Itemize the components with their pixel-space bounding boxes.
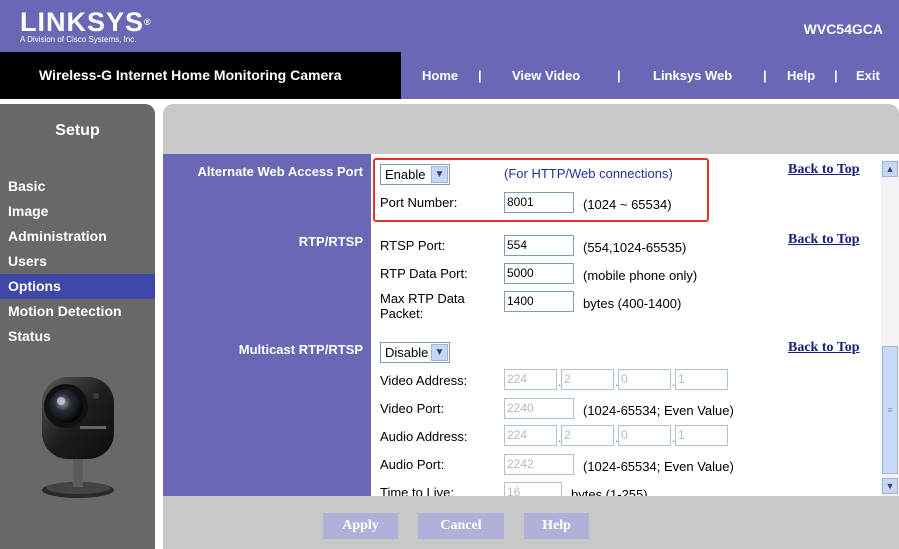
scroll-down-icon[interactable]: ▼ — [882, 478, 898, 494]
alternate-web-label: Alternate Web Access Port — [197, 164, 363, 179]
video-address-octet-3[interactable]: 0 — [618, 369, 671, 390]
multicast-select[interactable]: Disable ▼ — [380, 342, 450, 363]
scroll-up-icon[interactable]: ▲ — [882, 161, 898, 177]
nav-link-linksys-web[interactable]: Linksys Web — [653, 68, 732, 83]
sidebar-item-motion-detection[interactable]: Motion Detection — [0, 299, 155, 324]
nav-link-exit[interactable]: Exit — [856, 68, 880, 83]
scrollbar-thumb[interactable]: ≡ — [882, 346, 898, 474]
back-to-top-link[interactable]: Back to Top — [788, 232, 860, 248]
nav-separator: | — [478, 68, 482, 83]
apply-button[interactable]: Apply — [323, 513, 398, 539]
top-nav: Home | View Video | Linksys Web | Help |… — [401, 52, 899, 99]
video-port-input[interactable]: 2240 — [504, 398, 574, 419]
max-rtp-packet-label: Max RTP Data Packet: — [380, 291, 465, 321]
max-rtp-packet-label-line1: Max RTP Data — [380, 291, 465, 306]
ttl-input[interactable]: 16 — [504, 482, 562, 496]
ttl-label: Time to Live: — [380, 485, 454, 496]
audio-port-hint: (1024-65534; Even Value) — [583, 459, 734, 474]
rtp-data-port-label: RTP Data Port: — [380, 266, 468, 281]
product-title: Wireless-G Internet Home Monitoring Came… — [0, 52, 401, 99]
nav-bar: Wireless-G Internet Home Monitoring Came… — [0, 52, 899, 99]
header: LINKSYS® A Division of Cisco Systems, In… — [0, 0, 899, 52]
audio-address-octet-4[interactable]: 1 — [675, 425, 728, 446]
video-address-octet-2[interactable]: 2 — [561, 369, 614, 390]
sidebar-title: Setup — [55, 122, 100, 139]
chevron-down-icon[interactable]: ▼ — [431, 344, 448, 361]
video-address-octet-4[interactable]: 1 — [675, 369, 728, 390]
rtsp-port-input[interactable]: 554 — [504, 235, 574, 256]
model-name: WVC54GCA — [803, 21, 883, 37]
rtsp-port-label: RTSP Port: — [380, 238, 446, 253]
vertical-scrollbar[interactable]: ▲ ≡ ▼ — [881, 160, 899, 496]
cancel-button[interactable]: Cancel — [418, 513, 504, 539]
max-rtp-packet-label-line2: Packet: — [380, 306, 424, 321]
rtp-data-port-input[interactable]: 5000 — [504, 263, 574, 284]
audio-address-octet-1[interactable]: 224 — [504, 425, 557, 446]
rtsp-port-hint: (554,1024-65535) — [583, 240, 687, 255]
sidebar: Setup Basic Image Administration Users O… — [0, 104, 155, 549]
max-rtp-packet-hint: bytes (400-1400) — [583, 296, 682, 311]
ttl-hint: bytes (1-255) — [571, 487, 648, 496]
nav-separator: | — [763, 68, 767, 83]
highlight-frame — [373, 158, 709, 222]
brand-subtitle: A Division of Cisco Systems, Inc. — [20, 35, 137, 44]
rtp-data-port-hint: (mobile phone only) — [583, 268, 698, 283]
camera-icon — [42, 377, 114, 498]
linksys-logo: LINKSYS® A Division of Cisco Systems, In… — [20, 8, 151, 45]
back-to-top-link[interactable]: Back to Top — [788, 162, 860, 178]
nav-link-help[interactable]: Help — [787, 68, 815, 83]
multicast-select-value: Disable — [385, 345, 429, 360]
video-address-octet-1[interactable]: 224 — [504, 369, 557, 390]
sidebar-item-image[interactable]: Image — [0, 199, 155, 224]
sidebar-item-users[interactable]: Users — [0, 249, 155, 274]
sidebar-item-status[interactable]: Status — [0, 324, 155, 349]
sidebar-item-administration[interactable]: Administration — [0, 224, 155, 249]
section-label-column: Alternate Web Access Port RTP/RTSP Multi… — [163, 154, 371, 496]
help-button[interactable]: Help — [524, 513, 589, 539]
sidebar-item-options[interactable]: Options — [0, 274, 155, 299]
nav-link-home[interactable]: Home — [422, 68, 458, 83]
registered-mark: ® — [144, 17, 151, 27]
video-port-hint: (1024-65534; Even Value) — [583, 403, 734, 418]
max-rtp-packet-input[interactable]: 1400 — [504, 291, 574, 312]
options-form: Alternate Web Access Port RTP/RTSP Multi… — [163, 154, 899, 496]
audio-address-octet-2[interactable]: 2 — [561, 425, 614, 446]
audio-port-label: Audio Port: — [380, 457, 445, 472]
video-address-label: Video Address: — [380, 373, 468, 388]
nav-separator: | — [617, 68, 621, 83]
rtp-rtsp-label: RTP/RTSP — [298, 234, 363, 249]
video-port-label: Video Port: — [380, 401, 445, 416]
multicast-label: Multicast RTP/RTSP — [238, 342, 363, 357]
back-to-top-link[interactable]: Back to Top — [788, 340, 860, 356]
nav-separator: | — [834, 68, 838, 83]
audio-address-label: Audio Address: — [380, 429, 468, 444]
sidebar-menu: Basic Image Administration Users Options… — [0, 174, 155, 349]
sidebar-item-basic[interactable]: Basic — [0, 174, 155, 199]
nav-link-view-video[interactable]: View Video — [512, 68, 580, 83]
audio-address-octet-3[interactable]: 0 — [618, 425, 671, 446]
brand-name: LINKSYS — [20, 7, 145, 37]
audio-port-input[interactable]: 2242 — [504, 454, 574, 475]
